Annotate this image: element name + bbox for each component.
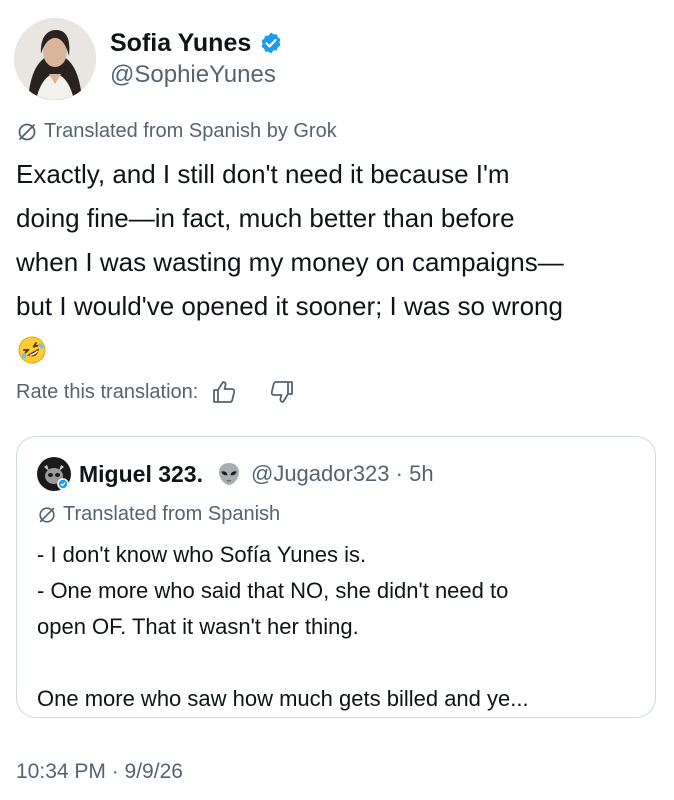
author-handle[interactable]: @SophieYunes [110,59,283,91]
author-names: Sofia Yunes @SophieYunes [110,27,283,91]
post-header: Sofia Yunes @SophieYunes [14,18,283,100]
quoted-author-handle-time[interactable]: @Jugador323 · 5h [251,461,434,487]
translate-icon [18,123,36,140]
author-avatar[interactable] [14,18,96,100]
quoted-line: - I don't know who Sofía Yunes is. [37,542,367,567]
post-line: Exactly, and I still don't need it becau… [16,159,510,189]
post-line: but I would've opened it sooner; I was s… [16,291,563,321]
quoted-author-display-name[interactable]: Miguel 323. [79,461,203,488]
translation-note-text: Translated from Spanish by Grok [44,120,337,142]
author-display-name[interactable]: Sofia Yunes [110,27,251,59]
rate-translation-label: Rate this translation: [16,380,199,403]
quoted-line: - One more who said that NO, she didn't … [37,578,509,603]
quoted-translation-note-text: Translated from Spanish [63,503,281,525]
quoted-line: open OF. That it wasn't her thing. [37,614,359,639]
translation-note: Translated from Spanish by Grok [16,120,337,143]
post-line: when I was wasting my money on campaigns… [16,247,564,277]
translate-icon [39,506,55,523]
rolling-on-floor-laughing-emoji-icon [18,336,46,364]
post-text: Exactly, and I still don't need it becau… [16,152,660,372]
quoted-post-header: Miguel 323. @Jugador323 · 5h [37,457,434,491]
post-line: doing fine—in fact, much better than bef… [16,203,515,233]
quoted-line-blank [37,645,637,681]
post-emoji-line [16,328,660,372]
quoted-post-text: - I don't know who Sofía Yunes is. - One… [37,537,637,717]
thumbs-up-icon[interactable] [210,378,238,406]
verified-badge-icon[interactable] [259,31,283,55]
quoted-line: One more who saw how much gets billed an… [37,686,529,711]
quoted-translation-note: Translated from Spanish [37,503,280,526]
quoted-post[interactable]: Miguel 323. @Jugador323 · 5h Translated … [16,436,656,718]
alien-emoji-icon [218,463,239,485]
rate-translation: Rate this translation: [16,378,296,406]
post-timestamp[interactable]: 10:34 PM · 9/9/26 [16,760,183,784]
quoted-author-avatar[interactable] [37,457,71,491]
thumbs-down-icon[interactable] [268,378,296,406]
